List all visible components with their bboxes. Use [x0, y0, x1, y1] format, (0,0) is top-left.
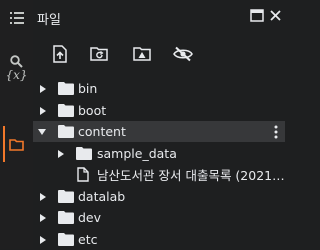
panel-title: 파일 — [37, 13, 61, 28]
eye-off-icon — [173, 46, 193, 62]
folder-refresh-icon — [89, 47, 108, 61]
variables-icon: {x} — [5, 68, 28, 82]
files-panel: 파일 bin boot content sample_data 남산도서관 장서… — [33, 0, 285, 249]
files-button[interactable] — [0, 130, 33, 160]
upload-icon — [53, 45, 67, 63]
tree-row-dev[interactable]: dev — [33, 207, 285, 228]
expand-caret-icon[interactable] — [38, 84, 48, 94]
tree-row-label: sample_data — [97, 146, 177, 161]
tree-row-label: content — [78, 124, 126, 139]
tree-row-etc[interactable]: etc — [33, 229, 285, 250]
tree-row-content[interactable]: content — [33, 121, 285, 142]
list-icon — [9, 12, 24, 24]
tree-row-label: 남산도서관 장서 대출목록 (2021… — [97, 168, 285, 183]
collapse-caret-icon[interactable] — [37, 127, 47, 137]
refresh-button[interactable] — [87, 42, 111, 66]
folder-icon — [58, 125, 74, 139]
file-icon — [75, 167, 91, 182]
tree-row-datalab[interactable]: datalab — [33, 186, 285, 207]
folder-icon — [58, 82, 74, 96]
tree-row-label: boot — [78, 103, 107, 118]
tree-row-bin[interactable]: bin — [33, 78, 285, 99]
folder-icon — [76, 147, 92, 161]
expand-caret-icon[interactable] — [38, 192, 48, 202]
tree-row-label: etc — [78, 232, 98, 247]
upload-button[interactable] — [48, 42, 72, 66]
tree-row-file[interactable]: 남산도서관 장서 대출목록 (2021… — [33, 164, 285, 185]
tree-row-label: bin — [78, 81, 98, 96]
files-toolbar — [33, 40, 285, 68]
expand-caret-icon[interactable] — [38, 106, 48, 116]
expand-caret-icon[interactable] — [56, 149, 66, 159]
folder-icon — [58, 104, 74, 118]
tree-row-boot[interactable]: boot — [33, 100, 285, 121]
tree-row-label: dev — [78, 210, 102, 225]
variables-button[interactable]: {x} — [0, 60, 33, 90]
folder-icon — [58, 190, 74, 204]
expand-caret-icon[interactable] — [38, 213, 48, 223]
window-icon — [250, 8, 264, 22]
tree-row-sample-data[interactable]: sample_data — [33, 143, 285, 164]
folder-icon — [9, 139, 24, 151]
close-icon — [269, 9, 281, 21]
drive-folder-icon — [132, 47, 151, 61]
expand-caret-icon[interactable] — [38, 235, 48, 245]
folder-icon — [58, 211, 74, 225]
close-button[interactable] — [266, 6, 284, 24]
folder-icon — [58, 233, 74, 247]
side-rail: {x} — [0, 0, 33, 249]
open-in-tab-button[interactable] — [248, 6, 266, 24]
tree-row-label: datalab — [78, 189, 126, 204]
hide-files-button[interactable] — [171, 42, 195, 66]
table-of-contents-button[interactable] — [0, 3, 33, 33]
more-vert-icon[interactable] — [271, 124, 281, 140]
mount-drive-button[interactable] — [130, 42, 154, 66]
